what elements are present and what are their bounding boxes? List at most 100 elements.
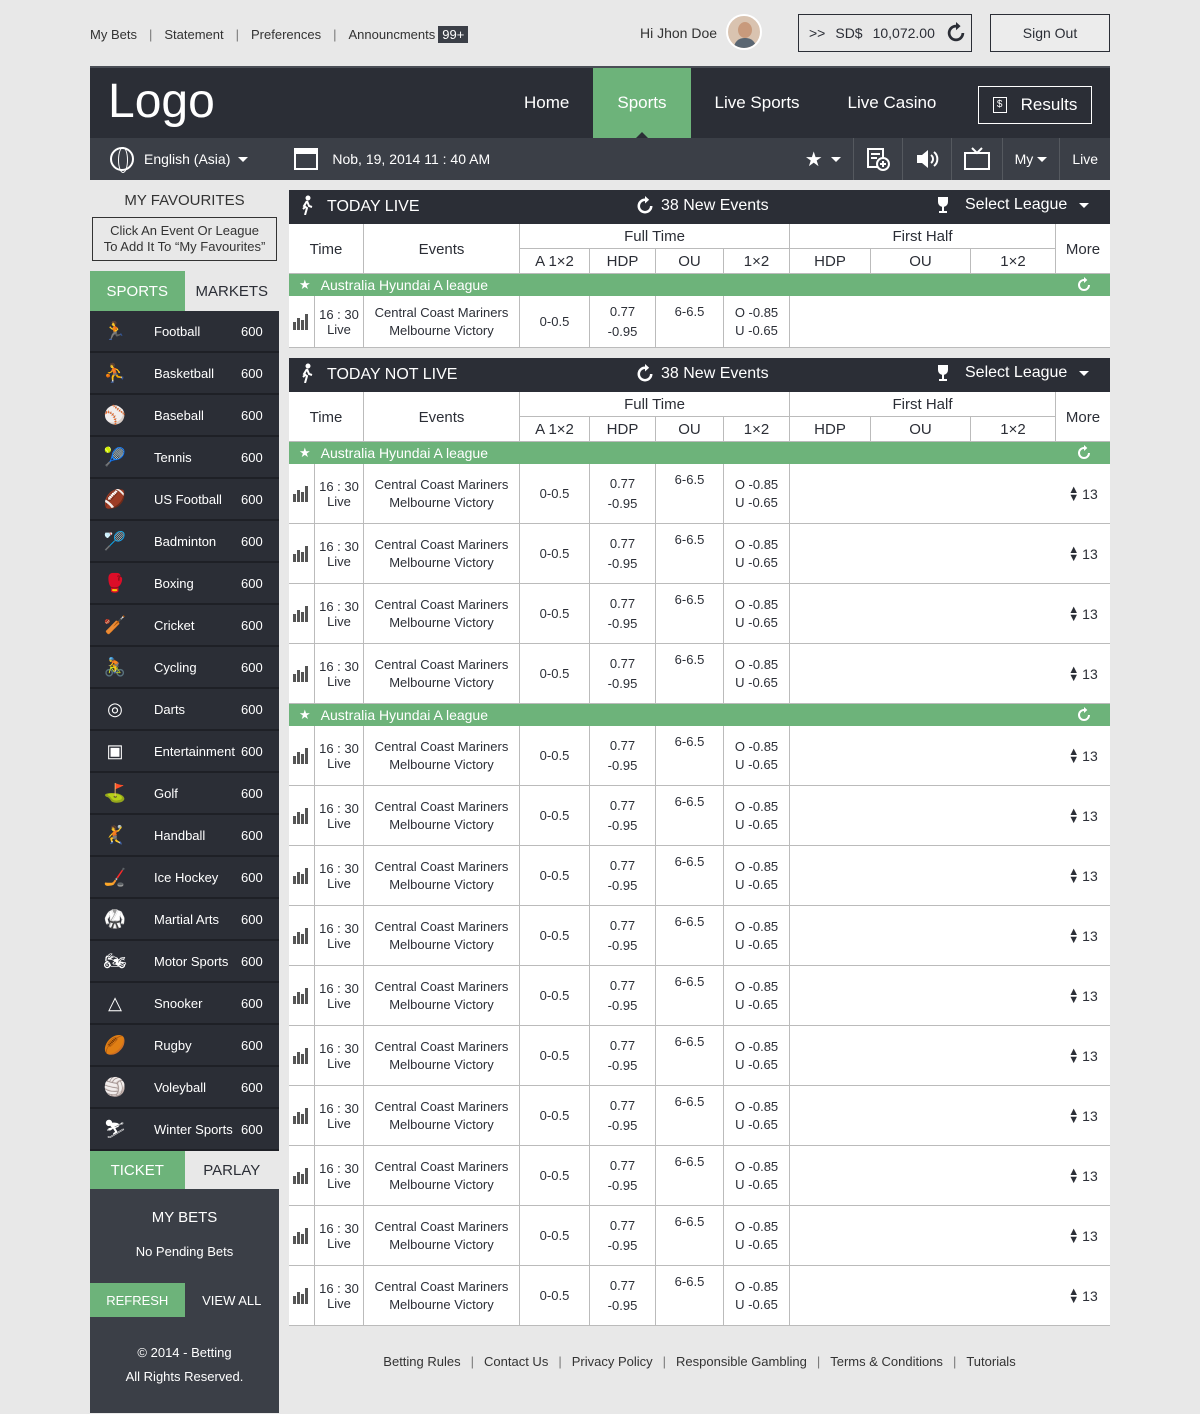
- sidebar-item-basketball[interactable]: ⛹ Basketball 600: [90, 353, 279, 395]
- odds-1x2[interactable]: O -0.85 U -0.65: [724, 644, 790, 703]
- match-teams[interactable]: Central Coast Mariners Melbourne Victory: [364, 1026, 520, 1085]
- odds-a1x2[interactable]: 0-0.5: [520, 1266, 590, 1325]
- odds-hdp[interactable]: 0.77 -0.95: [590, 966, 656, 1025]
- sidebar-item-motor-sports[interactable]: 🏍 Motor Sports 600: [90, 941, 279, 983]
- favourites-dropdown[interactable]: ★: [793, 138, 853, 180]
- odds-a1x2[interactable]: 0-0.5: [520, 966, 590, 1025]
- my-bets-link[interactable]: My Bets: [90, 27, 137, 42]
- sidebar-item-volleyball[interactable]: 🏐 Voleyball 600: [90, 1067, 279, 1109]
- league-row[interactable]: ★ Australia Hyundai A league: [289, 274, 1110, 296]
- odds-hdp[interactable]: 0.77 -0.95: [590, 846, 656, 905]
- sidebar-item-handball[interactable]: 🤾 Handball 600: [90, 815, 279, 857]
- more-markets-button[interactable]: ▲ ▼ 13: [1056, 1146, 1110, 1205]
- add-bet-button[interactable]: [852, 138, 902, 180]
- more-markets-button[interactable]: ▲ ▼ 13: [1056, 584, 1110, 643]
- more-markets-button[interactable]: ▲ ▼ 13: [1056, 1206, 1110, 1265]
- odds-ou[interactable]: 6-6.5: [656, 846, 724, 905]
- odds-ou[interactable]: 6-6.5: [656, 726, 724, 785]
- odds-a1x2[interactable]: 0-0.5: [520, 1206, 590, 1265]
- more-markets-button[interactable]: ▲ ▼ 13: [1056, 786, 1110, 845]
- odds-a1x2[interactable]: 0-0.5: [520, 906, 590, 965]
- odds-a1x2[interactable]: 0-0.5: [520, 644, 590, 703]
- more-markets-button[interactable]: ▲ ▼ 13: [1056, 644, 1110, 703]
- stats-bars-icon[interactable]: [292, 807, 311, 824]
- sidebar-item-ice-hockey[interactable]: 🏒 Ice Hockey 600: [90, 857, 279, 899]
- sidebar-item-cycling[interactable]: 🚴 Cycling 600: [90, 647, 279, 689]
- stats-bars-icon[interactable]: [292, 485, 311, 502]
- table-row[interactable]: 16 : 30 Live Central Coast Mariners Melbour…: [289, 966, 1110, 1026]
- odds-1x2[interactable]: O -0.85 U -0.65: [724, 1266, 790, 1325]
- match-teams[interactable]: Central Coast Mariners Melbourne Victory: [364, 644, 520, 703]
- stats-bars-icon[interactable]: [292, 1107, 311, 1124]
- stats-bars-icon[interactable]: [292, 1167, 311, 1184]
- my-dropdown[interactable]: My: [1001, 138, 1060, 180]
- stats-bars-icon[interactable]: [292, 665, 311, 682]
- sign-out-button[interactable]: Sign Out: [990, 14, 1110, 52]
- odds-1x2[interactable]: O -0.85 U -0.65: [724, 966, 790, 1025]
- more-markets-button[interactable]: ▲ ▼ 13: [1056, 726, 1110, 785]
- tab-sports[interactable]: SPORTS: [90, 271, 185, 311]
- odds-hdp[interactable]: 0.77 -0.95: [590, 1026, 656, 1085]
- table-row[interactable]: 16 : 30 Live Central Coast Mariners Melbour…: [289, 296, 1110, 348]
- odds-a1x2[interactable]: 0-0.5: [520, 584, 590, 643]
- sidebar-item-rugby[interactable]: 🏉 Rugby 600: [90, 1025, 279, 1067]
- odds-a1x2[interactable]: 0-0.5: [520, 296, 590, 347]
- sidebar-item-boxing[interactable]: 🥊 Boxing 600: [90, 563, 279, 605]
- odds-hdp[interactable]: 0.77 -0.95: [590, 906, 656, 965]
- table-row[interactable]: 16 : 30 Live Central Coast Mariners Melbour…: [289, 786, 1110, 846]
- tab-parlay[interactable]: PARLAY: [184, 1151, 279, 1189]
- nav-sports[interactable]: Sports: [593, 68, 691, 138]
- odds-ou[interactable]: 6-6.5: [656, 786, 724, 845]
- sidebar-item-cricket[interactable]: 🏏 Cricket 600: [90, 605, 279, 647]
- star-icon[interactable]: ★: [299, 445, 311, 461]
- odds-ou[interactable]: 6-6.5: [656, 644, 724, 703]
- footer-link-contact-us[interactable]: Contact Us: [484, 1354, 548, 1369]
- refresh-button[interactable]: REFRESH: [90, 1283, 185, 1317]
- odds-a1x2[interactable]: 0-0.5: [520, 846, 590, 905]
- tab-ticket[interactable]: TICKET: [90, 1151, 185, 1189]
- odds-1x2[interactable]: O -0.85 U -0.65: [724, 1146, 790, 1205]
- sidebar-item-football[interactable]: 🏃 Football 600: [90, 311, 279, 353]
- more-markets-button[interactable]: ▲ ▼ 13: [1056, 906, 1110, 965]
- footer-link-betting-rules[interactable]: Betting Rules: [383, 1354, 460, 1369]
- odds-hdp[interactable]: 0.77 -0.95: [590, 1206, 656, 1265]
- sidebar-item-martial-arts[interactable]: 🥋 Martial Arts 600: [90, 899, 279, 941]
- table-row[interactable]: 16 : 30 Live Central Coast Mariners Melbour…: [289, 846, 1110, 906]
- new-events[interactable]: 38 New Events: [635, 364, 769, 384]
- odds-1x2[interactable]: O -0.85 U -0.65: [724, 906, 790, 965]
- match-teams[interactable]: Central Coast Mariners Melbourne Victory: [364, 1146, 520, 1205]
- stats-bars-icon[interactable]: [292, 1227, 311, 1244]
- table-row[interactable]: 16 : 30 Live Central Coast Mariners Melbour…: [289, 906, 1110, 966]
- table-row[interactable]: 16 : 30 Live Central Coast Mariners Melbour…: [289, 1206, 1110, 1266]
- announcements-link[interactable]: Announcments: [349, 27, 436, 42]
- odds-ou[interactable]: 6-6.5: [656, 584, 724, 643]
- nav-live-sports[interactable]: Live Sports: [691, 68, 824, 138]
- odds-hdp[interactable]: 0.77 -0.95: [590, 1086, 656, 1145]
- sidebar-item-badminton[interactable]: 🏸 Badminton 600: [90, 521, 279, 563]
- odds-hdp[interactable]: 0.77 -0.95: [590, 524, 656, 583]
- footer-link-tutorials[interactable]: Tutorials: [966, 1354, 1015, 1369]
- odds-ou[interactable]: 6-6.5: [656, 1026, 724, 1085]
- logo[interactable]: Logo: [108, 74, 215, 129]
- match-teams[interactable]: Central Coast Mariners Melbourne Victory: [364, 786, 520, 845]
- odds-a1x2[interactable]: 0-0.5: [520, 1026, 590, 1085]
- table-row[interactable]: 16 : 30 Live Central Coast Mariners Melbour…: [289, 1026, 1110, 1086]
- stats-bars-icon[interactable]: [292, 747, 311, 764]
- more-markets-button[interactable]: ▲ ▼ 13: [1056, 1086, 1110, 1145]
- nav-live-casino[interactable]: Live Casino: [824, 68, 961, 138]
- stats-bars-icon[interactable]: [292, 1047, 311, 1064]
- odds-1x2[interactable]: O -0.85 U -0.65: [724, 1086, 790, 1145]
- footer-link-responsible-gambling[interactable]: Responsible Gambling: [676, 1354, 807, 1369]
- stats-bars-icon[interactable]: [292, 927, 311, 944]
- match-teams[interactable]: Central Coast Mariners Melbourne Victory: [364, 906, 520, 965]
- tv-button[interactable]: [950, 138, 1002, 180]
- odds-1x2[interactable]: O -0.85 U -0.65: [724, 584, 790, 643]
- match-teams[interactable]: Central Coast Mariners Melbourne Victory: [364, 296, 520, 347]
- match-teams[interactable]: Central Coast Mariners Melbourne Victory: [364, 1206, 520, 1265]
- tab-markets[interactable]: MARKETS: [184, 271, 279, 311]
- sidebar-item-baseball[interactable]: ⚾ Baseball 600: [90, 395, 279, 437]
- odds-hdp[interactable]: 0.77 -0.95: [590, 464, 656, 523]
- sidebar-item-entertainment[interactable]: ▣ Entertainment 600: [90, 731, 279, 773]
- odds-1x2[interactable]: O -0.85 U -0.65: [724, 726, 790, 785]
- star-icon[interactable]: ★: [299, 277, 311, 293]
